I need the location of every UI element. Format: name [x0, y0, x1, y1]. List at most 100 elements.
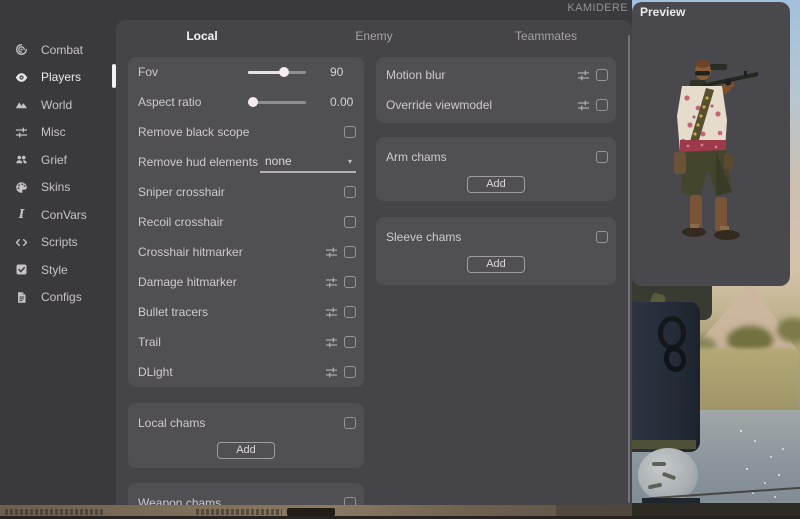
setting-row-aspect-ratio: Aspect ratio 0.00 [128, 87, 364, 117]
setting-row-motion-blur: Motion blur [376, 60, 616, 90]
settings-tune-icon[interactable] [577, 99, 590, 112]
sidebar-item-players[interactable]: Players [0, 64, 116, 92]
setting-label: Crosshair hitmarker [138, 245, 325, 259]
bullet-tracers-checkbox[interactable] [344, 306, 356, 318]
setting-row-remove-black-scope: Remove black scope [128, 117, 364, 147]
sidebar-item-configs[interactable]: Configs [0, 284, 116, 312]
sidebar-item-misc[interactable]: Misc [0, 119, 116, 147]
crosshair-hitmarker-checkbox[interactable] [344, 246, 356, 258]
dropped-weapon [287, 508, 335, 516]
setting-label: Remove hud elements [138, 155, 260, 169]
setting-label: Aspect ratio [138, 95, 248, 109]
local-chams-card: Local chams Add [128, 403, 364, 468]
preview-panel: Preview [632, 2, 790, 286]
settings-tune-icon[interactable] [577, 69, 590, 82]
sidebar-item-label: Configs [41, 290, 82, 304]
viewmodel-card: Motion blur Override viewmodel [376, 57, 616, 123]
app-screen: KAMIDERE Combat Players World Misc Grief [0, 0, 800, 519]
water-sparkles [740, 430, 742, 432]
content-panel: Local Enemy Teammates Fov 90 Aspect r [116, 20, 632, 505]
setting-label: Remove black scope [138, 125, 344, 139]
local-chams-add-button[interactable]: Add [217, 442, 275, 459]
italic-i-icon: I [15, 208, 28, 221]
local-chams-checkbox[interactable] [344, 417, 356, 429]
sidebar-item-style[interactable]: Style [0, 256, 116, 284]
character-model-preview [632, 2, 790, 286]
sidebar-item-label: Combat [41, 43, 83, 57]
arm-chams-add-button[interactable]: Add [467, 176, 525, 193]
sidebar-item-label: Skins [41, 180, 70, 194]
setting-row-recoil-crosshair: Recoil crosshair [128, 207, 364, 237]
sidebar-item-convars[interactable]: I ConVars [0, 201, 116, 229]
setting-row-damage-hitmarker: Damage hitmarker [128, 267, 364, 297]
sidebar: Combat Players World Misc Grief Skins [0, 36, 116, 311]
aspect-ratio-slider-knob[interactable] [248, 97, 258, 107]
setting-row-dlight: DLight [128, 357, 364, 387]
sleeve-chams-checkbox[interactable] [596, 231, 608, 243]
tune-icon [15, 126, 28, 139]
sidebar-item-world[interactable]: World [0, 91, 116, 119]
damage-hitmarker-checkbox[interactable] [344, 276, 356, 288]
sidebar-item-combat[interactable]: Combat [0, 36, 116, 64]
setting-label: Motion blur [386, 68, 577, 82]
sidebar-item-grief[interactable]: Grief [0, 146, 116, 174]
dlight-checkbox[interactable] [344, 366, 356, 378]
local-chams-label: Local chams [138, 416, 344, 430]
dropdown-value: none [265, 154, 348, 168]
setting-row-fov: Fov 90 [128, 57, 364, 87]
kneepad-slot [652, 462, 666, 466]
settings-tune-icon[interactable] [325, 276, 338, 289]
visual-settings-card: Fov 90 Aspect ratio 0.00 Remove black sc… [128, 57, 364, 387]
sidebar-item-label: Scripts [41, 235, 78, 249]
override-viewmodel-checkbox[interactable] [596, 99, 608, 111]
weapon-chams-label: Weapon chams [138, 496, 344, 505]
tab-bar: Local Enemy Teammates [116, 20, 632, 52]
tab-local[interactable]: Local [116, 29, 288, 43]
sidebar-item-label: World [41, 98, 72, 112]
fov-slider-knob[interactable] [279, 67, 289, 77]
sleeve-chams-card: Sleeve chams Add [376, 217, 616, 285]
arm-chams-card: Arm chams Add [376, 137, 616, 201]
carabiner-ring [658, 316, 686, 350]
arm-chams-checkbox[interactable] [596, 151, 608, 163]
sidebar-item-label: Players [41, 70, 81, 84]
settings-tune-icon[interactable] [325, 336, 338, 349]
sleeve-chams-label: Sleeve chams [386, 230, 596, 244]
setting-row-remove-hud-elements: Remove hud elements none ▾ [128, 147, 364, 177]
trail-checkbox[interactable] [344, 336, 356, 348]
sidebar-item-label: ConVars [41, 208, 87, 222]
checkbox-check-icon [15, 263, 28, 276]
tab-teammates[interactable]: Teammates [460, 29, 632, 43]
setting-label: DLight [138, 365, 325, 379]
file-icon [15, 291, 28, 304]
sidebar-item-label: Grief [41, 153, 67, 167]
fov-value: 90 [318, 65, 356, 79]
settings-tune-icon[interactable] [325, 366, 338, 379]
setting-row-sniper-crosshair: Sniper crosshair [128, 177, 364, 207]
sidebar-item-skins[interactable]: Skins [0, 174, 116, 202]
sleeve-chams-add-button[interactable]: Add [467, 256, 525, 273]
recoil-crosshair-checkbox[interactable] [344, 216, 356, 228]
motion-blur-checkbox[interactable] [596, 69, 608, 81]
sidebar-item-label: Misc [41, 125, 66, 139]
remove-black-scope-checkbox[interactable] [344, 126, 356, 138]
weapon-chams-checkbox[interactable] [344, 497, 356, 505]
arm-chams-label: Arm chams [386, 150, 596, 164]
mountains-icon [15, 98, 28, 111]
sidebar-item-scripts[interactable]: Scripts [0, 229, 116, 257]
setting-row-bullet-tracers: Bullet tracers [128, 297, 364, 327]
settings-tune-icon[interactable] [325, 246, 338, 259]
code-icon [15, 236, 28, 249]
setting-row-trail: Trail [128, 327, 364, 357]
scrollbar[interactable] [628, 35, 630, 503]
remove-hud-elements-dropdown[interactable]: none ▾ [260, 152, 356, 173]
group-icon [15, 153, 28, 166]
combat-spiral-icon [15, 43, 28, 56]
tab-enemy[interactable]: Enemy [288, 29, 460, 43]
palette-icon [15, 181, 28, 194]
fov-slider[interactable] [248, 67, 306, 77]
settings-tune-icon[interactable] [325, 306, 338, 319]
chevron-down-icon: ▾ [348, 157, 352, 166]
aspect-ratio-slider[interactable] [248, 97, 306, 107]
sniper-crosshair-checkbox[interactable] [344, 186, 356, 198]
